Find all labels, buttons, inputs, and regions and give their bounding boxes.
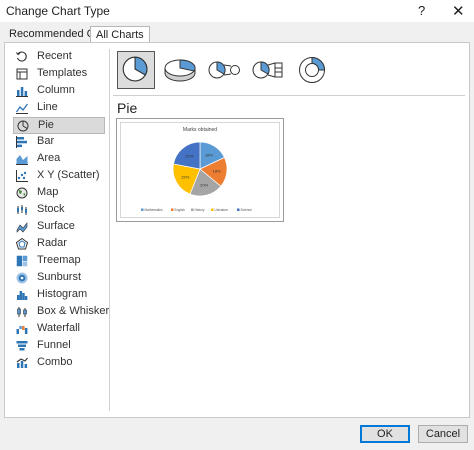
- subtype-separator: [113, 95, 465, 96]
- sidebar-item-column[interactable]: Column: [13, 83, 105, 100]
- doughnut-icon: [299, 56, 326, 83]
- map-icon: [16, 187, 28, 199]
- sidebar-item-scatter[interactable]: X Y (Scatter): [13, 168, 105, 185]
- sidebar-item-funnel[interactable]: Funnel: [13, 338, 105, 355]
- sidebar-item-surface[interactable]: Surface: [13, 219, 105, 236]
- chart-preview[interactable]: Marks obtained 18% 18% 20% 22% 22% Mathemati…: [116, 118, 284, 222]
- box-whisker-icon: [17, 307, 27, 317]
- column-icon: [16, 87, 28, 97]
- subtype-pie-of-pie[interactable]: [205, 51, 243, 89]
- sidebar-item-area[interactable]: Area: [13, 151, 105, 168]
- subtype-doughnut[interactable]: [293, 51, 331, 89]
- data-label: 20%: [200, 183, 208, 188]
- waterfall-icon: [16, 326, 28, 334]
- sidebar-item-map[interactable]: Map: [13, 185, 105, 202]
- legend-swatch: [211, 208, 214, 211]
- sidebar-item-treemap[interactable]: Treemap: [13, 253, 105, 270]
- 3d-pie-chart-icon: [164, 59, 196, 82]
- subtype-pie[interactable]: [117, 51, 155, 89]
- title-bar: Change Chart Type ? ✕: [0, 0, 474, 22]
- sidebar-item-label: Treemap: [37, 254, 81, 266]
- sidebar-item-histogram[interactable]: Histogram: [13, 287, 105, 304]
- sidebar-item-radar[interactable]: Radar: [13, 236, 105, 253]
- sidebar-item-label: X Y (Scatter): [37, 169, 100, 181]
- legend-swatch: [237, 208, 240, 211]
- data-label: 18%: [205, 152, 213, 157]
- chart-title: Marks obtained: [183, 127, 217, 133]
- legend-label: Science: [241, 208, 253, 212]
- stock-icon: [17, 205, 27, 215]
- sidebar-item-box-whisker[interactable]: Box & Whisker: [13, 304, 109, 321]
- surface-icon: [16, 222, 28, 233]
- sidebar-item-label: Area: [37, 152, 61, 164]
- bar-icon: [16, 136, 27, 148]
- legend-swatch: [191, 208, 194, 211]
- sidebar-item-label: Surface: [37, 220, 75, 232]
- sidebar-item-bar[interactable]: Bar: [13, 134, 105, 151]
- sidebar-item-label: Radar: [37, 237, 67, 249]
- data-label: 22%: [185, 154, 193, 159]
- treemap-icon: [16, 255, 28, 267]
- panel-divider: [109, 49, 110, 411]
- sidebar-item-label: Line: [37, 101, 58, 113]
- recent-icon: [16, 51, 27, 62]
- sidebar-item-sunburst[interactable]: Sunburst: [13, 270, 105, 287]
- sidebar-item-stock[interactable]: Stock: [13, 202, 105, 219]
- sidebar-item-line[interactable]: Line: [13, 100, 105, 117]
- sidebar-item-label: Combo: [37, 356, 73, 368]
- chart-type-heading: Pie: [117, 100, 138, 116]
- sidebar-item-label: Bar: [37, 135, 55, 147]
- subtype-bar-of-pie[interactable]: [249, 51, 287, 89]
- templates-icon: [16, 68, 28, 80]
- cancel-button[interactable]: Cancel: [418, 425, 468, 443]
- funnel-icon: [16, 341, 28, 351]
- data-label: 18%: [213, 169, 221, 174]
- dialog-title: Change Chart Type: [6, 4, 110, 18]
- line-icon: [16, 103, 28, 114]
- dialog-footer: OK Cancel: [0, 418, 474, 450]
- sidebar-item-waterfall[interactable]: Waterfall: [13, 321, 105, 338]
- sidebar-item-label: Templates: [37, 67, 88, 79]
- ok-button[interactable]: OK: [360, 425, 410, 443]
- scatter-icon: [16, 170, 28, 182]
- sidebar-item-recent[interactable]: Recent: [13, 49, 105, 66]
- sunburst-icon: [16, 272, 28, 284]
- legend-label: Literature: [215, 208, 229, 212]
- legend-swatch: [141, 208, 144, 211]
- sidebar-item-label: Column: [37, 84, 75, 96]
- chart-preview-area: Marks obtained 18% 18% 20% 22% 22% Mathemati…: [120, 122, 280, 218]
- sidebar-item-label: Histogram: [37, 288, 88, 300]
- sidebar-item-combo[interactable]: Combo: [13, 355, 105, 372]
- pie-chart-icon: [122, 56, 148, 82]
- legend-label: History: [195, 208, 205, 212]
- bar-of-pie-icon: [252, 61, 283, 79]
- area-icon: [16, 155, 28, 165]
- sidebar-item-label: Recent: [37, 50, 72, 62]
- legend-label: Mathematics: [145, 208, 163, 212]
- radar-icon: [16, 238, 28, 250]
- sidebar-item-label: Box & Whisker: [37, 305, 110, 317]
- data-label: 22%: [181, 175, 189, 180]
- sidebar-item-label: Sunburst: [37, 271, 82, 283]
- histogram-icon: [17, 291, 28, 300]
- sidebar-item-label: Pie: [38, 119, 54, 131]
- sidebar-item-templates[interactable]: Templates: [13, 66, 105, 83]
- pie-chart: Marks obtained 18% 18% 20% 22% 22% Mathemati…: [141, 127, 253, 212]
- legend-swatch: [171, 208, 174, 211]
- sidebar-item-label: Map: [37, 186, 59, 198]
- sidebar-item-pie[interactable]: Pie: [13, 117, 105, 134]
- subtype-3d-pie[interactable]: [161, 51, 199, 89]
- sidebar-item-label: Waterfall: [37, 322, 80, 334]
- sidebar-item-label: Stock: [37, 203, 65, 215]
- combo-icon: [16, 357, 28, 368]
- all-charts-panel: Recent Templates Column Line Pie Bar Are…: [4, 42, 470, 418]
- legend-label: English: [175, 208, 186, 212]
- pie-icon: [17, 120, 29, 132]
- close-button[interactable]: ✕: [452, 2, 465, 20]
- sidebar-item-label: Funnel: [37, 339, 71, 351]
- help-button[interactable]: ?: [418, 3, 425, 18]
- pie-of-pie-icon: [208, 61, 240, 79]
